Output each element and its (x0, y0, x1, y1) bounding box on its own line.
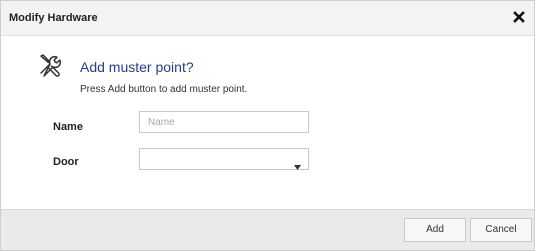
name-input[interactable] (139, 111, 309, 133)
dialog-title: Modify Hardware (9, 12, 98, 24)
dialog-heading: Add muster point? (80, 59, 194, 75)
dialog-subtext: Press Add button to add muster point. (80, 84, 248, 95)
chevron-down-icon (294, 157, 301, 170)
tools-icon (37, 52, 63, 78)
dialog-titlebar: Modify Hardware (1, 1, 534, 36)
door-label: Door (53, 156, 79, 168)
name-label: Name (53, 121, 83, 133)
dialog-footer: Add Cancel (1, 209, 534, 250)
door-select[interactable] (139, 148, 309, 170)
modify-hardware-dialog: Modify Hardware Add muster point? Press … (0, 0, 535, 251)
close-icon[interactable] (512, 10, 526, 24)
cancel-button[interactable]: Cancel (470, 218, 532, 242)
add-button[interactable]: Add (404, 218, 466, 242)
